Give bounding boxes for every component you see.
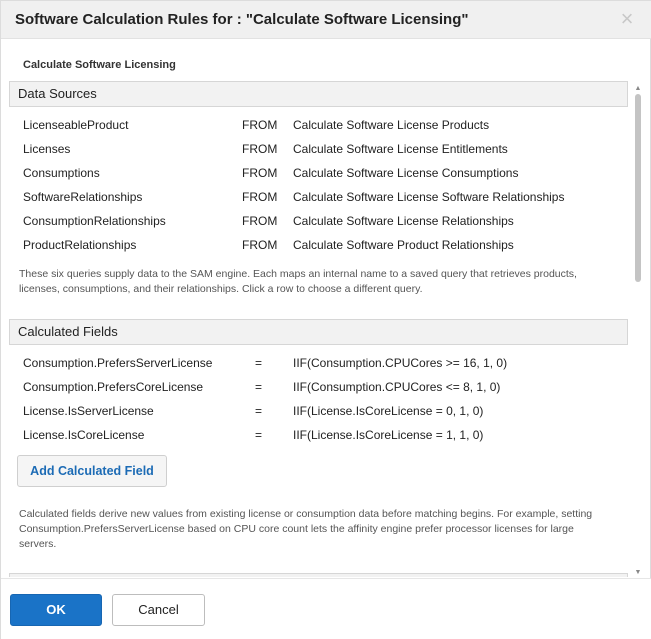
- ok-button[interactable]: OK: [10, 594, 102, 626]
- data-sources-header: Data Sources: [9, 81, 628, 107]
- data-source-row[interactable]: Consumptions FROM Calculate Software Lic…: [23, 166, 623, 186]
- calculated-field-operator: =: [255, 356, 263, 370]
- calculated-field-name: License.IsServerLicense: [23, 404, 154, 418]
- calculated-field-row[interactable]: License.IsCoreLicense = IIF(License.IsCo…: [23, 428, 623, 448]
- dialog-content[interactable]: Calculate Software Licensing Data Source…: [1, 40, 651, 577]
- scroll-down-arrow-icon[interactable]: ▼: [634, 569, 642, 577]
- calculated-field-name: Consumption.PrefersCoreLicense: [23, 380, 204, 394]
- data-source-keyword: FROM: [242, 166, 278, 180]
- data-source-query: Calculate Software Product Relationships: [293, 238, 514, 252]
- data-source-row[interactable]: ProductRelationships FROM Calculate Soft…: [23, 238, 623, 258]
- data-sources-header-label: Data Sources: [18, 86, 97, 101]
- data-source-query: Calculate Software License Entitlements: [293, 142, 508, 156]
- dialog-titlebar: Software Calculation Rules for : "Calcul…: [1, 1, 651, 39]
- calculated-fields-note: Calculated fields derive new values from…: [19, 508, 593, 550]
- data-source-name: ProductRelationships: [23, 238, 137, 252]
- calculated-field-operator: =: [255, 380, 263, 394]
- calculated-field-row[interactable]: Consumption.PrefersServerLicense = IIF(C…: [23, 356, 623, 376]
- data-source-row[interactable]: Licenses FROM Calculate Software License…: [23, 142, 623, 162]
- data-source-name: ConsumptionRelationships: [23, 214, 166, 228]
- data-source-keyword: FROM: [242, 118, 278, 132]
- data-source-row[interactable]: SoftwareRelationships FROM Calculate Sof…: [23, 190, 623, 210]
- next-section-header: [9, 573, 628, 577]
- calculated-field-name: Consumption.PrefersServerLicense: [23, 356, 213, 370]
- calculated-field-operator: =: [255, 428, 263, 442]
- data-source-row[interactable]: LicenseableProduct FROM Calculate Softwa…: [23, 118, 623, 138]
- data-source-name: LicenseableProduct: [23, 118, 129, 132]
- calculated-field-expression: IIF(Consumption.CPUCores >= 16, 1, 0): [293, 356, 508, 370]
- calculated-field-name: License.IsCoreLicense: [23, 428, 145, 442]
- data-source-keyword: FROM: [242, 190, 278, 204]
- calculated-field-expression: IIF(License.IsCoreLicense = 1, 1, 0): [293, 428, 484, 442]
- data-source-keyword: FROM: [242, 214, 278, 228]
- calculated-field-row[interactable]: Consumption.PrefersCoreLicense = IIF(Con…: [23, 380, 623, 400]
- data-source-query: Calculate Software License Consumptions: [293, 166, 519, 180]
- calculated-fields-header: Calculated Fields: [9, 319, 628, 345]
- data-source-keyword: FROM: [242, 142, 278, 156]
- close-icon[interactable]: ×: [618, 8, 636, 30]
- data-source-name: Consumptions: [23, 166, 100, 180]
- data-source-name: SoftwareRelationships: [23, 190, 143, 204]
- data-source-query: Calculate Software License Relationships: [293, 214, 514, 228]
- calculated-fields-header-label: Calculated Fields: [18, 324, 118, 339]
- scrollbar-thumb[interactable]: [635, 94, 641, 282]
- dialog-title: Software Calculation Rules for : "Calcul…: [15, 11, 469, 28]
- data-source-keyword: FROM: [242, 238, 278, 252]
- data-source-row[interactable]: ConsumptionRelationships FROM Calculate …: [23, 214, 623, 234]
- calculated-field-expression: IIF(License.IsCoreLicense = 0, 1, 0): [293, 404, 484, 418]
- cancel-button[interactable]: Cancel: [112, 594, 205, 626]
- data-sources-note: These six queries supply data to the SAM…: [19, 268, 577, 295]
- scroll-up-arrow-icon[interactable]: ▲: [634, 85, 642, 93]
- calculated-field-expression: IIF(Consumption.CPUCores <= 8, 1, 0): [293, 380, 501, 394]
- calculated-field-operator: =: [255, 404, 263, 418]
- data-source-query: Calculate Software License Products: [293, 118, 490, 132]
- rule-set-heading: Calculate Software Licensing: [23, 59, 176, 71]
- dialog-footer: OK Cancel: [1, 578, 651, 639]
- calculated-field-row[interactable]: License.IsServerLicense = IIF(License.Is…: [23, 404, 623, 424]
- add-calculated-field-button[interactable]: Add Calculated Field: [17, 455, 167, 487]
- dialog: Software Calculation Rules for : "Calcul…: [0, 0, 651, 639]
- data-source-name: Licenses: [23, 142, 71, 156]
- data-source-query: Calculate Software License Software Rela…: [293, 190, 565, 204]
